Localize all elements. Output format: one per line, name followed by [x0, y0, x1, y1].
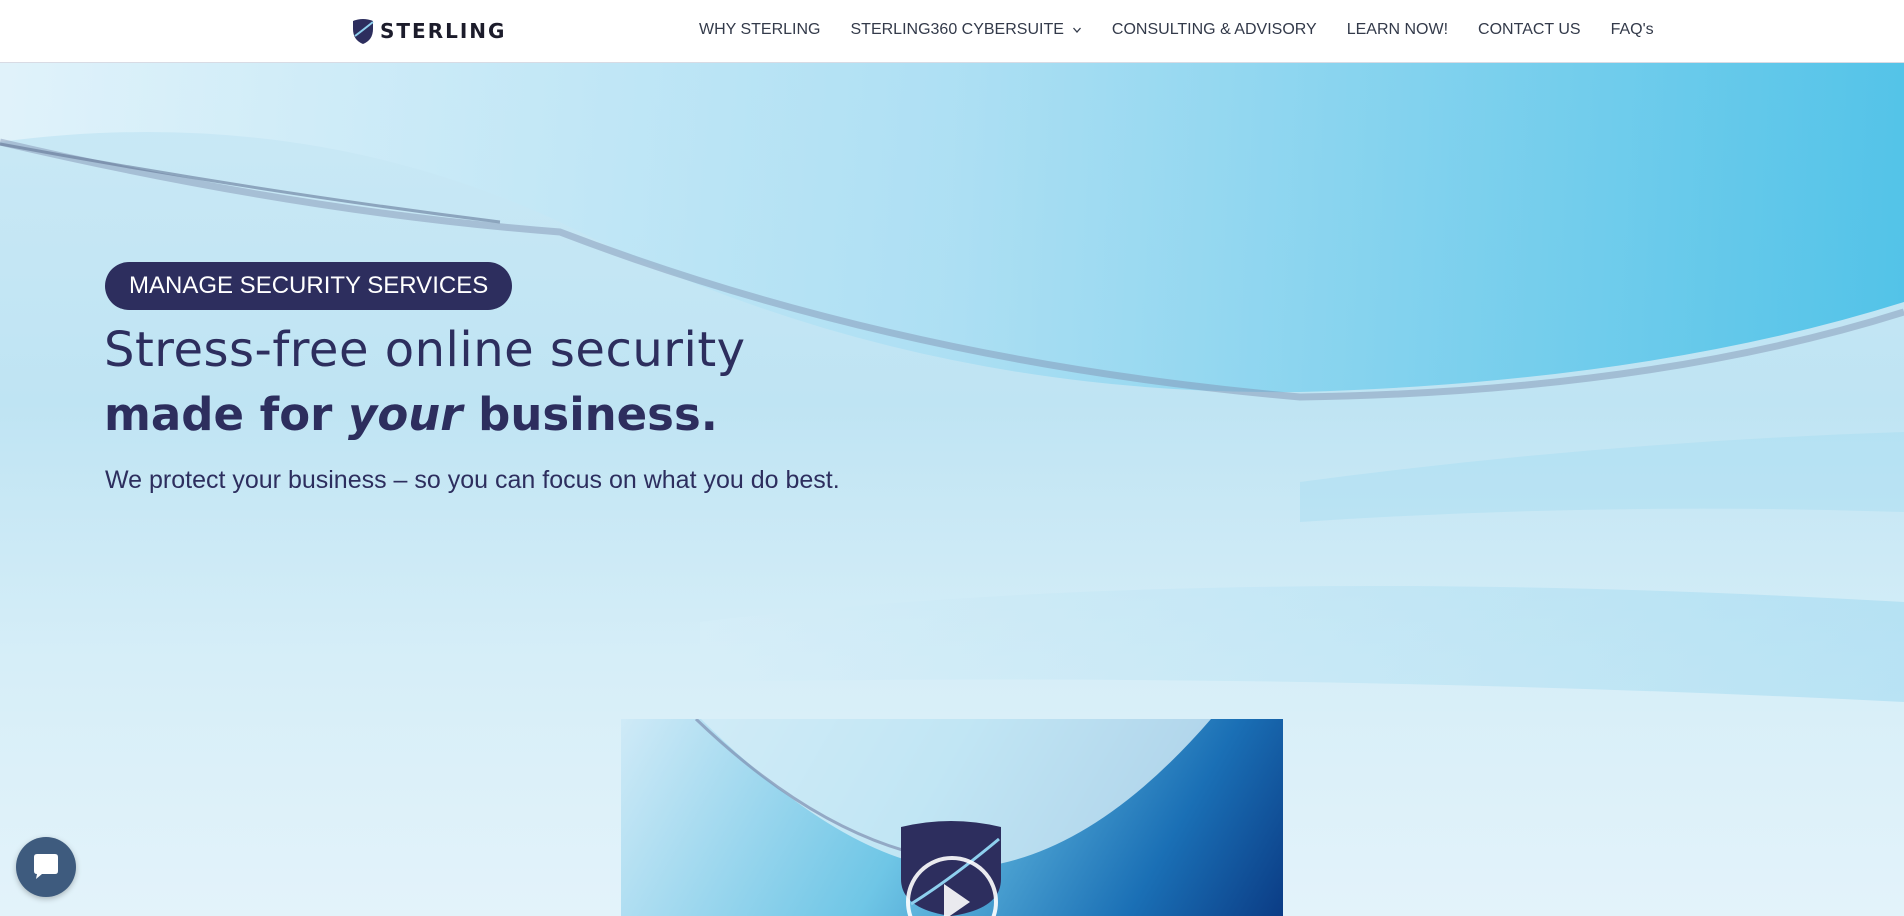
hero-headline-line2: made for your business. — [104, 388, 718, 441]
nav-item-label: WHY STERLING — [699, 21, 821, 38]
chat-widget-button[interactable] — [16, 837, 76, 897]
manage-security-services-badge[interactable]: MANAGE SECURITY SERVICES — [105, 262, 513, 310]
chevron-down-icon — [1072, 27, 1081, 33]
hero-headline-line1: Stress-free online security — [104, 322, 746, 378]
nav-item-label: CONTACT US — [1478, 21, 1581, 38]
nav-item-faqs[interactable]: FAQ's — [1611, 21, 1654, 39]
headline-text: business. — [462, 388, 718, 441]
shield-logo-icon — [353, 18, 374, 44]
chat-bubble-icon — [34, 854, 58, 879]
headline-text: made for — [104, 388, 349, 441]
hero-subtitle: We protect your business – so you can fo… — [105, 466, 840, 494]
nav-item-label: FAQ's — [1610, 21, 1654, 38]
nav-item-consulting-advisory[interactable]: CONSULTING & ADVISORY — [1112, 21, 1317, 39]
nav-item-learn-now[interactable]: LEARN NOW! — [1347, 21, 1448, 39]
nav-item-sterling360-cybersuite[interactable]: STERLING360 CYBERSUITE — [851, 21, 1082, 39]
site-logo[interactable]: STERLING — [351, 17, 506, 45]
logo-wordmark: STERLING — [380, 19, 507, 43]
nav-item-label: LEARN NOW! — [1346, 21, 1449, 38]
headline-emphasis: your — [348, 388, 463, 441]
nav-item-contact-us[interactable]: CONTACT US — [1478, 21, 1581, 39]
play-icon[interactable] — [904, 854, 1000, 916]
nav-item-why-sterling[interactable]: WHY STERLING — [699, 21, 821, 39]
nav-item-label: STERLING360 CYBERSUITE — [850, 21, 1064, 38]
video-thumbnail[interactable] — [621, 719, 1283, 916]
nav-item-label: CONSULTING & ADVISORY — [1111, 21, 1317, 38]
hero-section: MANAGE SECURITY SERVICES Stress-free onl… — [0, 62, 1904, 916]
site-header: STERLING WHY STERLING STERLING360 CYBERS… — [0, 0, 1904, 63]
main-nav: WHY STERLING STERLING360 CYBERSUITE CONS… — [699, 21, 1654, 39]
